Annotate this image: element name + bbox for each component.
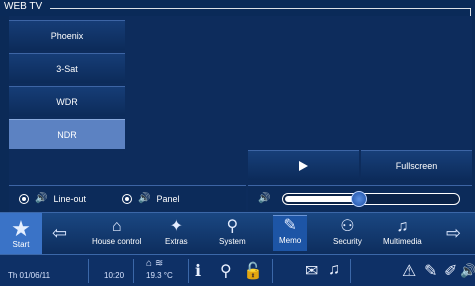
house-icon: ⌂ [111,218,122,235]
title-divider [50,8,471,9]
start-button[interactable]: ★ Start [0,213,42,254]
speaker-icon: 🔊 [35,193,48,204]
nav-item-label: House control [92,237,142,246]
fullscreen-label: Fullscreen [395,160,438,171]
panel-label: Panel [156,193,180,204]
status-separator [88,259,89,283]
status-separator [133,259,134,283]
fullscreen-button[interactable]: Fullscreen [361,150,472,180]
thermometer-icon: ⌂ ≋ [146,258,164,269]
status-bar: Th 01/06/11 10:20 ⌂ ≋ 19.3 °C ℹ ⚲ 🔓 ✉ ♫ … [0,254,475,286]
channel-button-selected[interactable]: NDR [9,119,125,149]
speaker-icon: 🔊 [137,193,151,204]
nav-item-multimedia[interactable]: ♫ Multimedia [383,217,422,246]
unlock-icon[interactable]: 🔓 [243,261,263,281]
start-label: Start [12,239,30,249]
system-icon: ⚲ [226,218,239,235]
lineout-radio[interactable] [19,193,29,204]
nav-item-label: Multimedia [383,237,422,246]
audio-output-selector: 🔊 Line-out 🔊 Panel [9,185,246,211]
lineout-label: Line-out [53,193,86,204]
channel-button[interactable]: Phoenix [9,20,125,50]
nav-item-security[interactable]: ⚇ Security [333,217,362,246]
memo-icon: ✎ [283,217,297,234]
status-time: 10:20 [104,271,125,280]
info-icon[interactable]: ℹ [195,261,201,281]
channel-button[interactable]: 3-Sat [9,53,125,83]
nav-item-label: System [219,237,246,246]
audio-controls: 🔊 Line-out 🔊 Panel 🔊 [9,185,472,211]
speaker-icon[interactable]: 🔊 [460,263,475,279]
window-title: WEB TV [4,1,43,12]
channel-label: NDR [57,129,77,140]
nav-item-label: Security [333,237,362,246]
channel-label: Phoenix [50,30,84,41]
play-button[interactable] [248,150,359,180]
channel-label: 3-Sat [56,63,78,74]
security-icon: ⚇ [340,218,355,235]
status-temperature: 19.3 °C [146,271,173,280]
status-separator [272,259,273,283]
volume-knob[interactable] [351,190,368,207]
volume-fill [285,195,360,202]
status-separator [188,259,189,283]
tag-icon[interactable]: ✐ [444,261,457,281]
nav-item-label: Memo [279,236,302,245]
web-tv-panel: Phoenix 3-Sat WDR NDR Fullscreen 🔊 Line-… [9,16,472,212]
player-controls: Fullscreen [248,150,472,180]
star-icon: ★ [11,215,31,241]
title-bar: WEB TV [0,0,475,18]
nav-item-system[interactable]: ⚲ System [219,217,246,246]
nav-item-house-control[interactable]: ⌂ House control [92,217,141,246]
music-icon[interactable]: ♫ [328,261,340,279]
edit-icon[interactable]: ✎ [424,261,437,281]
nav-item-memo[interactable]: ✎ Memo [273,215,308,251]
extras-icon: ✦ [169,218,184,235]
nav-item-label: Extras [165,237,188,246]
channel-button[interactable]: WDR [9,86,125,116]
nav-item-extras[interactable]: ✦ Extras [165,217,188,246]
multimedia-icon: ♫ [396,218,409,235]
channel-list: Phoenix 3-Sat WDR NDR [9,20,125,152]
channel-label: WDR [56,96,78,107]
play-icon [299,160,308,171]
status-date: Th 01/06/11 [8,271,51,280]
pin-icon[interactable]: ⚲ [220,261,232,281]
nav-forward-arrow-icon[interactable]: ⇨ [446,223,461,244]
warning-icon[interactable]: ⚠ [402,261,416,281]
status-separator [350,259,351,283]
volume-control: 🔊 [248,185,472,211]
message-icon[interactable]: ✉ [305,261,318,281]
volume-slider[interactable] [282,190,461,207]
volume-icon: 🔊 [258,193,271,204]
panel-radio[interactable] [121,193,132,204]
main-navigation: ★ Start ⇦ ⌂ House control ✦ Extras ⚲ Sys… [0,212,475,254]
nav-back-arrow-icon[interactable]: ⇦ [52,223,67,244]
